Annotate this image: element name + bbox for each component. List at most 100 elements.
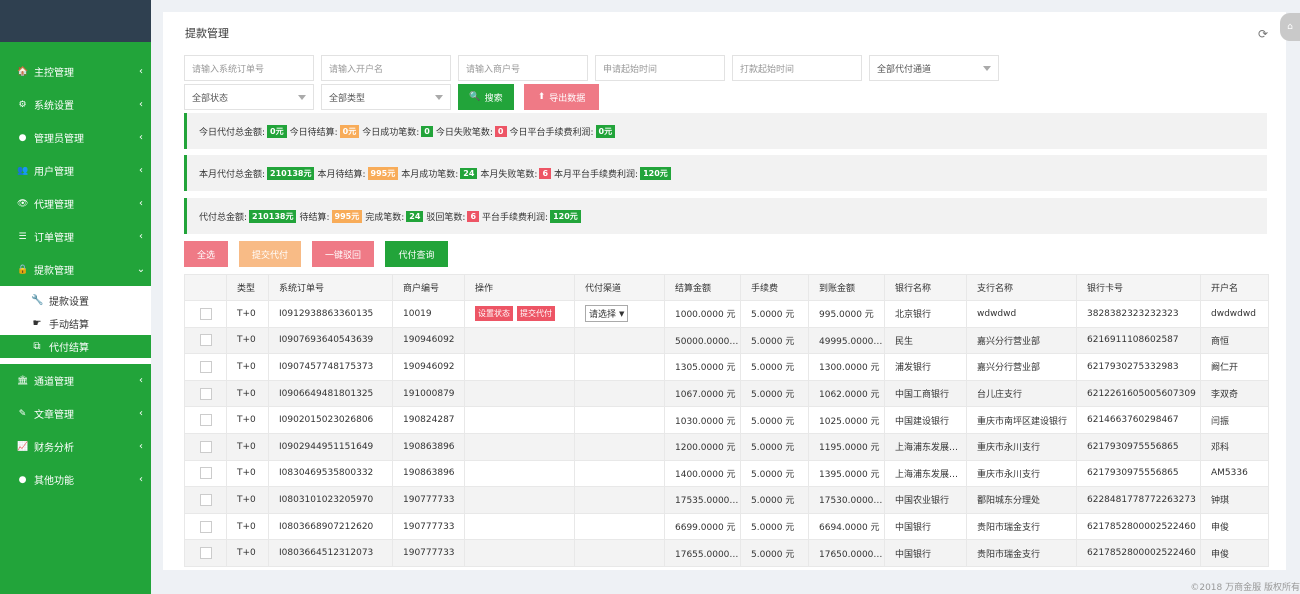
sidebar-item-row[interactable]: 👁 代理管理 ‹ <box>0 187 151 220</box>
stat-badge: 995元 <box>331 209 363 223</box>
row-checkbox[interactable] <box>199 520 212 533</box>
cell-branch: 台儿庄支行 <box>966 379 1077 408</box>
row-checkbox[interactable] <box>199 440 212 453</box>
sidebar-item-row[interactable]: 🔒 提款管理 ⌄ <box>0 253 151 286</box>
refresh-icon[interactable]: ⟳ <box>1258 27 1268 41</box>
row-checkbox-cell <box>184 326 227 355</box>
row-checkbox-cell <box>184 432 227 461</box>
pay-start-input[interactable]: 打款起始时间 <box>732 55 862 81</box>
table-row[interactable]: T+0 I0902015023026806 190824287 1030.0000 元… <box>184 406 1269 434</box>
cell-fee: 5.0000 元 <box>740 512 809 541</box>
row-checkbox[interactable] <box>199 334 212 347</box>
chevron-down-icon <box>298 94 306 100</box>
row-checkbox[interactable] <box>199 467 212 480</box>
sidebar-item-lock[interactable]: 🔒 提款管理 ⌄ <box>0 253 151 286</box>
row-checkbox[interactable] <box>199 360 212 373</box>
sidebar-item-row[interactable]: 📈 财务分析 ‹ <box>0 430 151 463</box>
sidebar-item-edit[interactable]: ✎ 文章管理 ‹ <box>0 397 151 430</box>
table-row[interactable]: T+0 I0907693640543639 190946092 50000.0000 … <box>184 326 1269 355</box>
users-icon: 👥 <box>17 165 29 176</box>
sidebar-item-row[interactable]: ✎ 文章管理 ‹ <box>0 397 151 430</box>
sidebar-item-list[interactable]: ☰ 订单管理 ‹ <box>0 220 151 253</box>
set-status-button[interactable]: 设置状态 <box>475 306 513 322</box>
cell-order: I0902944951151649 <box>268 432 393 461</box>
submenu-item[interactable]: ☛ 手动结算 <box>0 312 151 335</box>
table-row[interactable]: T+0 I0906649481801325 191000879 1067.0000 元… <box>184 379 1269 408</box>
main-panel: 提款管理 ⟳ 请输入系统订单号 请输入开户名 请输入商户号 申请起始时间 打款起… <box>163 12 1286 570</box>
page-title: 提款管理 <box>185 27 229 40</box>
channel-row-select[interactable]: 请选择 ▼ <box>585 305 629 323</box>
status-select[interactable]: 全部状态 <box>184 84 314 110</box>
row-checkbox-cell <box>184 353 227 381</box>
cell-ops <box>464 486 575 514</box>
column-header: 系统订单号 <box>268 274 393 301</box>
cell-card: 6212261605005607309 <box>1076 379 1201 408</box>
submit-pay-row-button[interactable]: 提交代付 <box>517 306 555 322</box>
sidebar-item-row[interactable]: ⚙ 系统设置 ‹ <box>0 88 151 121</box>
apply-start-input[interactable]: 申请起始时间 <box>595 55 725 81</box>
query-pay-button[interactable]: 代付查询 <box>385 241 448 267</box>
table-row[interactable]: T+0 I0902944951151649 190863896 1200.0000 元… <box>184 432 1269 461</box>
cell-branch: 嘉兴分行营业部 <box>966 326 1077 355</box>
submit-pay-button[interactable]: 提交代付 <box>239 241 301 267</box>
table-row[interactable]: T+0 I0907457748175373 190946092 1305.0000 元… <box>184 353 1269 381</box>
reject-all-button[interactable]: 一键驳回 <box>312 241 374 267</box>
sidebar-item-eye[interactable]: 👁 代理管理 ‹ <box>0 187 151 220</box>
table-row[interactable]: T+0 I0803101023205970 190777733 17535.0000 … <box>184 486 1269 514</box>
table-row[interactable]: T+0 I0803668907212620 190777733 6699.0000 元… <box>184 512 1269 541</box>
cell-ops <box>464 459 575 488</box>
cell-bank: 中国银行 <box>884 539 967 567</box>
clone-icon: ⧉ <box>33 341 41 352</box>
export-button[interactable]: ⬆ 导出数据 <box>524 84 599 110</box>
cell-type: T+0 <box>226 353 269 381</box>
search-button[interactable]: 🔍 搜索 <box>458 84 514 110</box>
row-checkbox[interactable] <box>199 387 212 400</box>
merchant-no-input[interactable]: 请输入商户号 <box>458 55 588 81</box>
sidebar-item-row[interactable]: 🏛 通道管理 ‹ <box>0 364 151 397</box>
channel-select[interactable]: 全部代付通道 <box>869 55 999 81</box>
sidebar-item-users[interactable]: 👥 用户管理 ‹ <box>0 154 151 187</box>
cell-fee: 5.0000 元 <box>740 406 809 434</box>
row-checkbox[interactable] <box>199 493 212 506</box>
submenu-item[interactable]: ⧉ 代付结算 <box>0 335 151 358</box>
cell-branch: 重庆市南坪区建设银行 <box>966 406 1077 434</box>
cell-order: I0902015023026806 <box>268 406 393 434</box>
cell-fee: 5.0000 元 <box>740 486 809 514</box>
cell-channel <box>574 406 665 434</box>
cell-ops <box>464 512 575 541</box>
table-row[interactable]: T+0 I0830469535800332 190863896 1400.0000 元… <box>184 459 1269 488</box>
sidebar-item-row[interactable]: ☰ 订单管理 ‹ <box>0 220 151 253</box>
system-order-input[interactable]: 请输入系统订单号 <box>184 55 314 81</box>
sidebar-item-user-circle[interactable]: ● 其他功能 ‹ <box>0 463 151 496</box>
table-row[interactable]: T+0 I0912938863360135 10019 设置状态 提交代付 请选择 ▼ 100… <box>184 300 1269 328</box>
submenu-item[interactable]: 🔧 提款设置 <box>0 289 151 312</box>
row-checkbox[interactable] <box>199 547 212 560</box>
table-row[interactable]: T+0 I0803664512312073 190777733 17655.0000 … <box>184 539 1269 567</box>
sidebar-item-row[interactable]: ● 管理员管理 ‹ <box>0 121 151 154</box>
sidebar-item-gears[interactable]: ⚙ 系统设置 ‹ <box>0 88 151 121</box>
edit-icon: ✎ <box>18 408 27 419</box>
type-select[interactable]: 全部类型 <box>321 84 451 110</box>
column-header: 开户名 <box>1200 274 1269 301</box>
cell-channel <box>574 512 665 541</box>
sidebar-item-row[interactable]: 🏠 主控管理 ‹ <box>0 55 151 88</box>
caret-down-icon: ▼ <box>619 309 625 318</box>
cell-order: I0907457748175373 <box>268 353 393 381</box>
select-all-button[interactable]: 全选 <box>184 241 228 267</box>
sidebar-item-row[interactable]: ● 其他功能 ‹ <box>0 463 151 496</box>
sidebar-item-user-circle[interactable]: ● 管理员管理 ‹ <box>0 121 151 154</box>
cell-holder: dwdwdwd <box>1200 300 1269 328</box>
sidebar-item-chart[interactable]: 📈 财务分析 ‹ <box>0 430 151 463</box>
cell-channel <box>574 353 665 381</box>
cell-branch: 重庆市永川支行 <box>966 459 1077 488</box>
row-checkbox[interactable] <box>199 414 212 427</box>
row-checkbox[interactable] <box>199 307 212 320</box>
cell-fee: 5.0000 元 <box>740 300 809 328</box>
sidebar-item-label: 提款管理 <box>34 266 74 277</box>
sidebar-item-bank[interactable]: 🏛 通道管理 ‹ <box>0 364 151 397</box>
sidebar-item-home[interactable]: 🏠 主控管理 ‹ <box>0 55 151 88</box>
cell-bank: 中国工商银行 <box>884 379 967 408</box>
sidebar-item-row[interactable]: 👥 用户管理 ‹ <box>0 154 151 187</box>
account-name-input[interactable]: 请输入开户名 <box>321 55 451 81</box>
home-icon[interactable]: ⌂ <box>1280 13 1300 41</box>
